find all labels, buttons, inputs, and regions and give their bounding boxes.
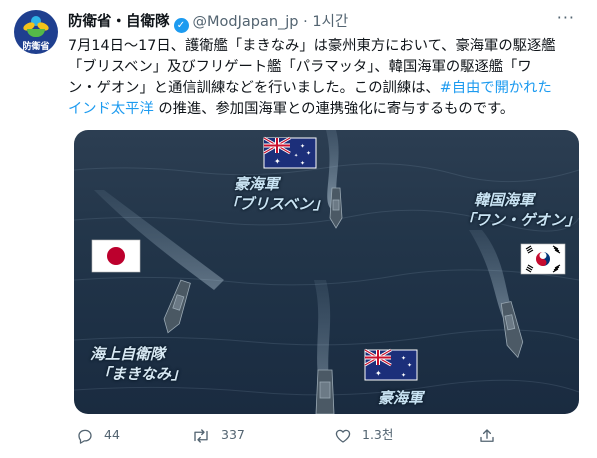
japan-flag bbox=[91, 239, 141, 273]
caption-rok-navy: 韓国海軍 「ワン・ゲオン」 bbox=[460, 190, 579, 230]
separator-dot: · bbox=[303, 14, 308, 30]
timestamp[interactable]: 1시간 bbox=[312, 14, 348, 30]
tweet-header: 防衛省・自衛隊 ✓ @ModJapan_jp · 1시간 bbox=[68, 12, 348, 33]
caption-jmsdf: 海上自衛隊 「まきなみ」 bbox=[90, 344, 186, 384]
svg-text:✦: ✦ bbox=[306, 150, 311, 157]
reply-button[interactable]: 44 bbox=[76, 423, 120, 447]
caption-line: 豪海軍 bbox=[234, 175, 280, 193]
caption-line: 「ブリスベン」 bbox=[224, 195, 328, 213]
tweet-text-line: 7月14日～17日、護衛艦「まきなみ」は豪州東方において、豪海軍の駆逐艦 bbox=[68, 38, 556, 54]
ship-left bbox=[163, 279, 191, 334]
australia-flag: ✦ ✦ ✦ ✦ bbox=[364, 348, 418, 381]
like-button[interactable]: 1.3천 bbox=[334, 423, 393, 447]
caption-line: 韓国海軍 bbox=[474, 191, 535, 209]
svg-text:✦: ✦ bbox=[300, 143, 305, 150]
account-handle[interactable]: @ModJapan_jp bbox=[193, 14, 299, 30]
reply-icon bbox=[78, 429, 92, 444]
retweet-count: 337 bbox=[221, 427, 245, 442]
tweet-actions: 44 337 1.3천 bbox=[74, 423, 554, 447]
caption-line: 豪海軍 bbox=[378, 389, 424, 407]
tweet[interactable]: 防衛省 防衛省・自衛隊 ✓ @ModJapan_jp · 1시간 ··· 7月14日… bbox=[0, 0, 597, 458]
svg-text:✦: ✦ bbox=[407, 362, 412, 369]
caption-line: 海上自衛隊 bbox=[90, 345, 166, 363]
share-button[interactable] bbox=[478, 423, 506, 447]
svg-text:✦: ✦ bbox=[401, 372, 406, 379]
verified-badge-icon: ✓ bbox=[173, 18, 189, 33]
svg-text:✦: ✦ bbox=[294, 153, 298, 159]
share-icon bbox=[480, 428, 494, 442]
hashtag-link[interactable]: #自由で開かれた bbox=[440, 80, 552, 96]
tweet-text-segment: の推進、参加国海軍との連携強化に寄与するものです。 bbox=[153, 101, 515, 117]
retweet-icon bbox=[194, 428, 208, 443]
tweet-text-line: 「ブリスベン」及びフリゲート艦「パラマッタ」、韓国海軍の駆逐艦「ワ bbox=[68, 59, 532, 75]
svg-text:✦: ✦ bbox=[375, 369, 382, 378]
hashtag-link-continued[interactable]: インド太平洋 bbox=[68, 101, 154, 117]
svg-text:✦: ✦ bbox=[274, 157, 281, 166]
south-korea-flag bbox=[520, 243, 566, 275]
avatar-text: 防衛省 bbox=[22, 42, 50, 52]
tweet-text-line: インド太平洋 の推進、参加国海軍との連携強化に寄与するものです。 bbox=[68, 99, 583, 120]
tweet-media-photo[interactable]: ✦ ✦ ✦ ✦ ✦ ✦ ✦ ✦ ✦ 豪海軍 「ブリスベン」 韓国海軍 「ワン・ゲ… bbox=[74, 130, 579, 414]
svg-text:✦: ✦ bbox=[401, 355, 406, 362]
emblem-body bbox=[27, 29, 45, 37]
svg-text:✦: ✦ bbox=[300, 160, 305, 167]
like-count: 1.3천 bbox=[362, 427, 394, 442]
australia-flag: ✦ ✦ ✦ ✦ ✦ bbox=[263, 136, 317, 169]
caption-line: 「ワン・ゲオン」 bbox=[460, 211, 579, 229]
heart-icon bbox=[335, 429, 351, 443]
caption-aus-navy-bottom: 豪海軍 bbox=[378, 388, 423, 408]
ship-top bbox=[329, 187, 343, 229]
tweet-text-line: ン・ゲオン」と通信訓練などを行いました。この訓練は、#自由で開かれた bbox=[68, 78, 583, 99]
caption-aus-navy-top: 豪海軍 「ブリスベン」 bbox=[224, 174, 328, 214]
ship-bottom bbox=[315, 369, 335, 414]
avatar[interactable]: 防衛省 bbox=[14, 10, 58, 54]
tweet-text: 7月14日～17日、護衛艦「まきなみ」は豪州東方において、豪海軍の駆逐艦 「ブリ… bbox=[68, 36, 583, 120]
caption-line: 「まきなみ」 bbox=[96, 365, 187, 383]
account-name[interactable]: 防衛省・自衛隊 bbox=[68, 14, 170, 30]
reply-count: 44 bbox=[104, 427, 120, 442]
more-options-icon[interactable]: ··· bbox=[557, 8, 575, 27]
retweet-button[interactable]: 337 bbox=[191, 423, 245, 447]
tweet-text-segment: ン・ゲオン」と通信訓練などを行いました。この訓練は、 bbox=[68, 80, 440, 96]
